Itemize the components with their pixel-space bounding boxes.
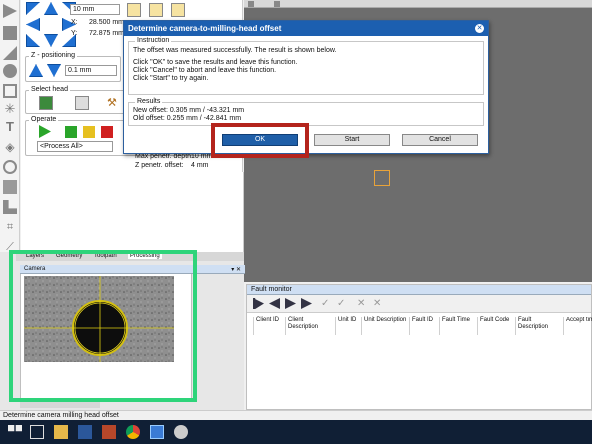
max-depth-value: 10 mm bbox=[191, 153, 213, 160]
column-header: Fault Description bbox=[515, 317, 563, 335]
jog-left-button[interactable] bbox=[26, 18, 40, 31]
process-select[interactable]: <Process All> bbox=[37, 141, 113, 152]
polygon-tool-icon[interactable] bbox=[3, 46, 17, 60]
fault-monitor-title: Fault monitor bbox=[247, 285, 591, 295]
tool-strip: ✳ T ◈ ⌗ ⟋ bbox=[0, 0, 20, 262]
star-tool-icon[interactable]: ✳ bbox=[3, 102, 17, 116]
jog-down-button[interactable] bbox=[44, 34, 58, 47]
step-size-select[interactable]: 10 mm bbox=[70, 4, 120, 15]
rectangle-tool-icon[interactable] bbox=[3, 26, 17, 40]
canvas-tool-icon[interactable] bbox=[248, 1, 254, 7]
accept-icon[interactable]: ✓ bbox=[321, 298, 332, 309]
select-head-title: Select head bbox=[29, 86, 70, 93]
max-depth-label: Max penetr. depth: bbox=[135, 153, 193, 160]
jog-up-button[interactable] bbox=[44, 2, 58, 15]
status-text: Determine camera milling head offset bbox=[3, 412, 119, 419]
x-position-value: 28.500 mm bbox=[89, 19, 125, 26]
measure-tool-icon[interactable]: ⌗ bbox=[3, 220, 17, 234]
delete-icon[interactable]: ✕ bbox=[357, 298, 368, 309]
old-offset-text: Old offset: 0.255 mm / -42.841 mm bbox=[133, 115, 242, 122]
chrome-icon[interactable] bbox=[126, 425, 140, 439]
stop-icon[interactable] bbox=[101, 126, 113, 138]
taskbar bbox=[0, 420, 592, 444]
instruction-title: Instruction bbox=[135, 37, 172, 44]
canvas-tool-icon[interactable] bbox=[274, 1, 280, 7]
column-header: Client ID bbox=[253, 317, 283, 335]
tool-head-icon[interactable]: ⚒ bbox=[107, 96, 117, 110]
text-tool-icon[interactable]: T bbox=[3, 120, 17, 134]
cancel-button[interactable]: Cancel bbox=[402, 134, 478, 146]
next-icon[interactable] bbox=[285, 298, 296, 309]
task-view-icon[interactable] bbox=[30, 425, 44, 439]
instruction-line: The offset was measured successfully. Th… bbox=[133, 47, 337, 54]
run-next-icon[interactable] bbox=[65, 126, 77, 138]
file-explorer-icon[interactable] bbox=[54, 425, 68, 439]
properties-empty-area bbox=[21, 172, 244, 252]
status-bar: Determine camera milling head offset bbox=[0, 410, 592, 420]
instruction-group: Instruction The offset was measured succ… bbox=[128, 37, 484, 95]
column-header: Fault Code bbox=[477, 317, 513, 335]
column-header: Fault Time bbox=[439, 317, 475, 335]
last-icon[interactable] bbox=[301, 298, 312, 309]
start-button[interactable]: Start bbox=[314, 134, 390, 146]
arrow-tool-icon[interactable] bbox=[3, 4, 17, 18]
pause-icon[interactable] bbox=[83, 126, 95, 138]
ruler-tool-icon[interactable] bbox=[3, 200, 17, 214]
app-icon[interactable] bbox=[174, 425, 188, 439]
camera-tool-icon[interactable] bbox=[3, 180, 17, 194]
instruction-line: Click "OK" to save the results and leave… bbox=[133, 59, 298, 66]
column-header: Accept time bbox=[563, 317, 592, 335]
z-positioning-title: Z - positioning bbox=[29, 52, 77, 59]
circle-tool-icon[interactable] bbox=[3, 64, 17, 78]
fault-toolbar: ✓ ✓ ✕ ✕ bbox=[247, 295, 591, 313]
z-offset-label: Z penetr. offset: bbox=[135, 162, 184, 169]
new-offset-text: New offset: 0.305 mm / -43.321 mm bbox=[133, 107, 245, 114]
pin-icon[interactable]: ▾ ✕ bbox=[231, 266, 241, 273]
previous-icon[interactable] bbox=[269, 298, 280, 309]
instruction-line: Click "Cancel" to abort and leave this f… bbox=[133, 67, 277, 74]
node-tool-icon[interactable]: ◈ bbox=[3, 140, 17, 154]
y-label: Y: bbox=[71, 30, 78, 37]
app-active-icon[interactable] bbox=[150, 425, 164, 439]
ok-highlight-box bbox=[211, 123, 309, 158]
home-icon[interactable] bbox=[127, 3, 141, 17]
clear-all-icon[interactable]: ✕ bbox=[373, 298, 384, 309]
z-step-select[interactable]: 0.1 mm bbox=[65, 65, 117, 76]
target-marker bbox=[374, 170, 390, 186]
y-position-value: 72.875 mm bbox=[89, 30, 125, 37]
milling-head-icon[interactable] bbox=[39, 96, 53, 110]
drill-tool-icon[interactable] bbox=[3, 160, 17, 174]
first-icon[interactable] bbox=[253, 298, 264, 309]
jog-up-left-button[interactable] bbox=[26, 2, 40, 15]
x-label: X: bbox=[71, 19, 78, 26]
dispenser-head-icon[interactable] bbox=[75, 96, 89, 110]
word-icon[interactable] bbox=[78, 425, 92, 439]
z-offset-value: 4 mm bbox=[191, 162, 209, 169]
park-icon[interactable] bbox=[149, 3, 163, 17]
column-header: Unit ID bbox=[335, 317, 361, 335]
camera-highlight-box bbox=[9, 250, 197, 402]
close-icon[interactable]: ✕ bbox=[475, 24, 484, 33]
instruction-line: Click "Start" to try again. bbox=[133, 75, 209, 82]
powerpoint-icon[interactable] bbox=[102, 425, 116, 439]
operate-title: Operate bbox=[29, 116, 59, 123]
canvas-toolbar bbox=[244, 0, 592, 8]
dialog-title: Determine camera-to-milling-head offset bbox=[124, 21, 488, 36]
fault-monitor-panel: Fault monitor ✓ ✓ ✕ ✕ Client ID Client D… bbox=[246, 284, 592, 410]
column-header: Unit Description bbox=[361, 317, 409, 335]
accept-all-icon[interactable]: ✓ bbox=[337, 298, 348, 309]
origin-icon[interactable] bbox=[171, 3, 185, 17]
column-header: Fault ID bbox=[409, 317, 439, 335]
results-title: Results bbox=[135, 98, 163, 105]
jog-down-left-button[interactable] bbox=[26, 34, 40, 47]
column-header: Client Description bbox=[285, 317, 333, 335]
windows-start-icon[interactable] bbox=[8, 425, 22, 432]
frame-tool-icon[interactable] bbox=[3, 84, 17, 98]
